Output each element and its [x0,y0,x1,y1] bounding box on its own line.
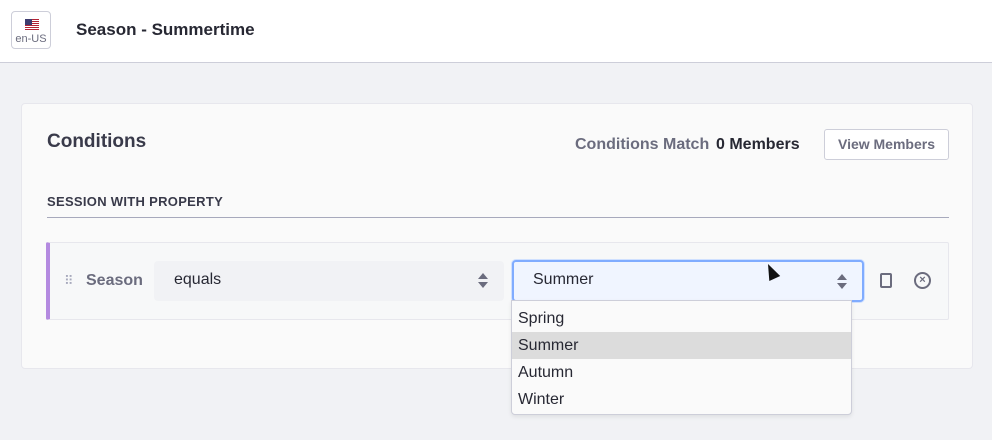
section-divider [47,217,949,218]
value-select[interactable]: Summer [512,260,864,302]
dropdown-option-autumn[interactable]: Autumn [512,359,851,386]
select-arrows-icon [837,274,847,290]
section-label: SESSION WITH PROPERTY [47,194,224,209]
value-select-value: Summer [533,271,594,288]
delete-icon[interactable]: × [914,272,931,289]
locale-selector[interactable]: en-US [11,11,51,49]
dropdown-option-summer[interactable]: Summer [512,332,851,359]
page-title: Season - Summertime [76,20,255,39]
operator-select[interactable]: equals [154,261,504,301]
select-arrows-icon [478,273,488,289]
operator-value: equals [174,271,222,288]
duplicate-icon[interactable] [880,273,892,288]
drag-handle-icon[interactable]: ⠿ [64,273,73,289]
property-name: Season [86,272,143,289]
dropdown-option-winter[interactable]: Winter [512,386,851,413]
view-members-button[interactable]: View Members [824,129,949,160]
members-count: 0 Members [716,136,800,153]
value-dropdown-list: Spring Summer Autumn Winter [511,300,852,415]
us-flag-icon [25,19,39,30]
conditions-title: Conditions [47,131,147,152]
dropdown-option-spring[interactable]: Spring [512,305,851,332]
top-bar: en-US Season - Summertime [0,0,992,63]
conditions-match-label: Conditions Match [575,136,710,153]
locale-label: en-US [15,33,47,45]
